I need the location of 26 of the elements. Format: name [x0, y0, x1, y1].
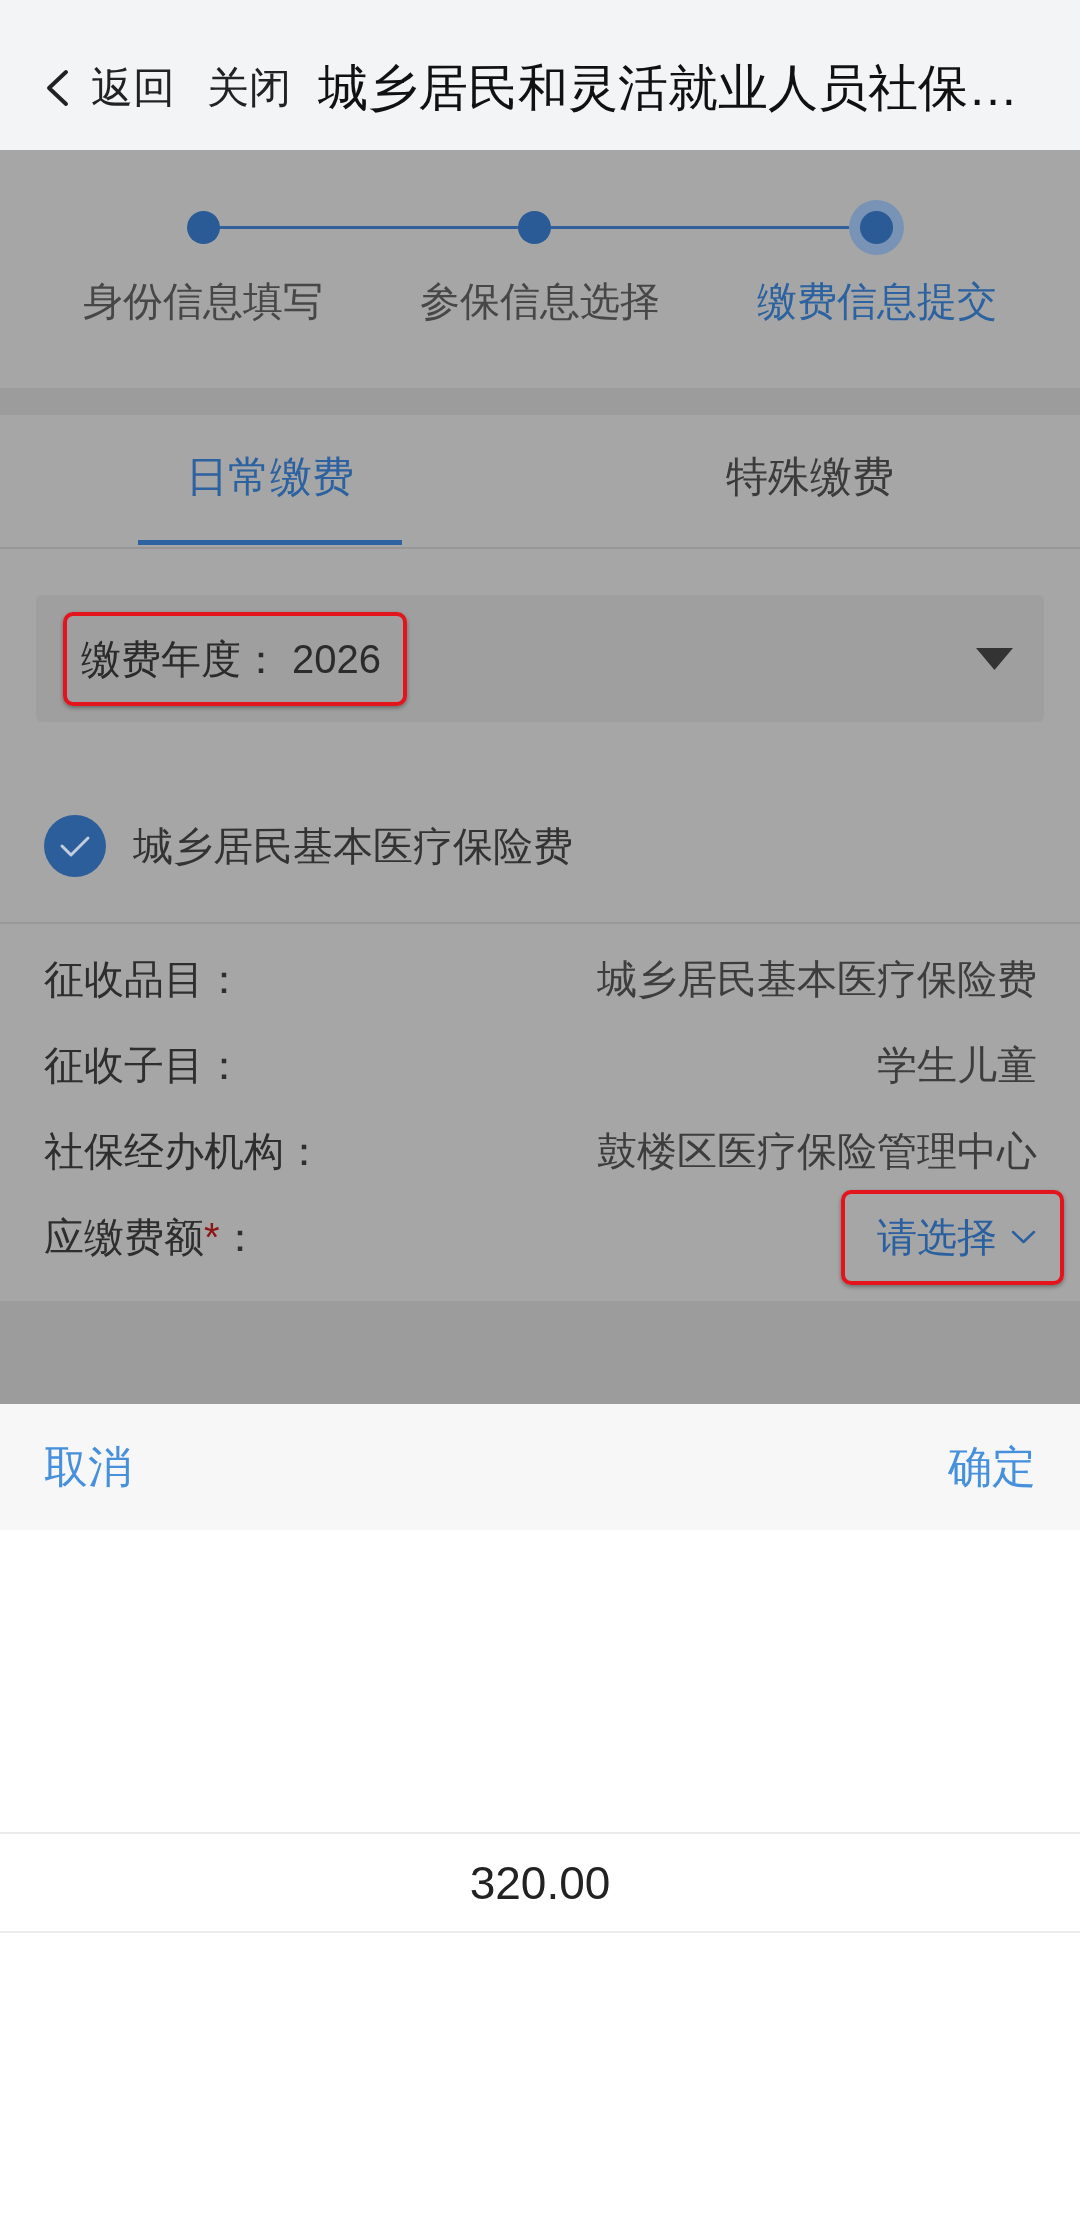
step-label: 参保信息选择 [420, 278, 660, 325]
tab[interactable]: 日常缴费 [0, 415, 540, 547]
picker-option[interactable]: 320.00 [0, 1832, 1080, 1933]
step-label: 缴费信息提交 [756, 278, 997, 325]
select-value: 缴费年度： 2026 [81, 635, 382, 683]
field-value: 学生儿童 [877, 1042, 1037, 1089]
dropdown-triangle-icon [976, 647, 1013, 670]
page-title: 城乡居民和灵活就业人员社保… [318, 59, 1018, 118]
amount-select[interactable]: 请选择 [877, 1213, 1036, 1261]
field-label: 应缴费额*： [44, 1214, 260, 1261]
step-label: 身份信息填写 [83, 278, 324, 325]
chevron-down-icon [1011, 1230, 1036, 1244]
field-value: 鼓楼区医疗保险管理中心 [597, 1128, 1037, 1175]
tab[interactable]: 特殊缴费 [540, 415, 1080, 547]
chevron-left-icon [45, 69, 69, 107]
field-label: 征收品目： [44, 956, 244, 1003]
checkbox-icon[interactable] [44, 815, 106, 877]
year-select[interactable]: 缴费年度： 2026 [36, 595, 1044, 722]
checkbox-label: 城乡居民基本医疗保险费 [133, 823, 573, 870]
field-value: 城乡居民基本医疗保险费 [597, 956, 1037, 1003]
cancel-button[interactable]: 取消 [44, 1441, 132, 1493]
back-button[interactable]: 返回 [45, 63, 175, 113]
field-label: 社保经办机构： [44, 1128, 324, 1175]
close-button[interactable]: 关闭 [207, 63, 291, 113]
field-label: 征收子目： [44, 1042, 244, 1089]
confirm-button[interactable]: 确定 [948, 1441, 1036, 1493]
